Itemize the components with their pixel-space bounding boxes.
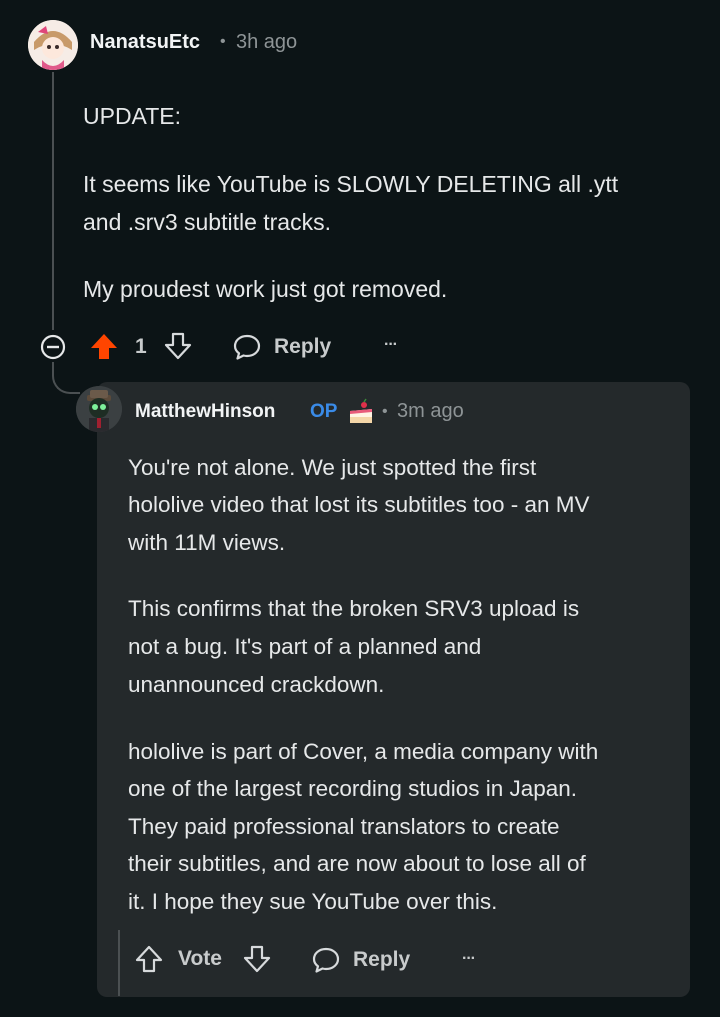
collapse-icon [40, 334, 66, 360]
comment-line: one of the largest recording studios in … [128, 776, 578, 801]
more-options-button[interactable]: ··· [462, 950, 476, 968]
downvote-icon [243, 945, 271, 973]
collapse-thread-button[interactable] [39, 333, 67, 361]
comment-paragraph: UPDATE: [83, 103, 181, 129]
upvote-button[interactable] [89, 331, 119, 361]
avatar[interactable] [76, 386, 122, 432]
thread-line[interactable] [118, 930, 120, 996]
comment-line: They paid professional translators to cr… [128, 814, 560, 839]
meta-separator: • [382, 403, 388, 420]
downvote-button[interactable] [163, 331, 193, 361]
comment-line: unannounced crackdown. [128, 672, 385, 697]
comment-line: with 11M views. [128, 530, 286, 555]
reply-button[interactable]: Reply [311, 946, 410, 974]
comment-line: it. I hope they sue YouTube over this. [128, 889, 498, 914]
reply-label: Reply [353, 948, 411, 971]
comment-author[interactable]: MatthewHinson [135, 401, 275, 423]
reply-button[interactable]: Reply [232, 333, 331, 361]
thread-line[interactable] [52, 72, 54, 330]
reply-label: Reply [274, 335, 332, 358]
vote-label: Vote [178, 947, 222, 970]
comment-bubble-icon [232, 333, 262, 361]
cake-icon [347, 397, 375, 425]
comment-line: hololive video that lost its subtitles t… [128, 492, 590, 517]
comment-paragraph: It seems like YouTube is SLOWLY DELETING… [83, 171, 619, 197]
comment-line: their subtitles, and are now about to lo… [128, 851, 586, 876]
comment-line: hololive is part of Cover, a media compa… [128, 739, 599, 764]
downvote-icon [164, 332, 192, 360]
comment-line: This confirms that the broken SRV3 uploa… [128, 596, 580, 621]
op-badge: OP [310, 401, 338, 422]
comment-paragraph: and .srv3 subtitle tracks. [83, 209, 331, 235]
upvote-filled-icon [91, 334, 117, 359]
meta-separator: • [220, 33, 226, 50]
comment-paragraph: My proudest work just got removed. [83, 276, 448, 302]
comment-author[interactable]: NanatsuEtc [90, 31, 200, 54]
comment-timestamp[interactable]: 3h ago [236, 31, 297, 54]
comment-line: You're not alone. We just spotted the fi… [128, 455, 537, 480]
upvote-icon [134, 944, 164, 974]
more-options-button[interactable]: ··· [384, 336, 398, 354]
comment-thread: NanatsuEtc • 3h ago UPDATE: It seems lik… [0, 0, 720, 1017]
comment-bubble-icon [311, 946, 341, 974]
vote-score: 1 [135, 335, 147, 358]
comment-timestamp[interactable]: 3m ago [397, 400, 464, 423]
avatar[interactable] [28, 20, 78, 70]
comment-line: not a bug. It's part of a planned and [128, 634, 482, 659]
thread-connector [52, 362, 80, 394]
downvote-button[interactable] [242, 944, 272, 974]
upvote-button[interactable]: Vote [134, 944, 222, 974]
